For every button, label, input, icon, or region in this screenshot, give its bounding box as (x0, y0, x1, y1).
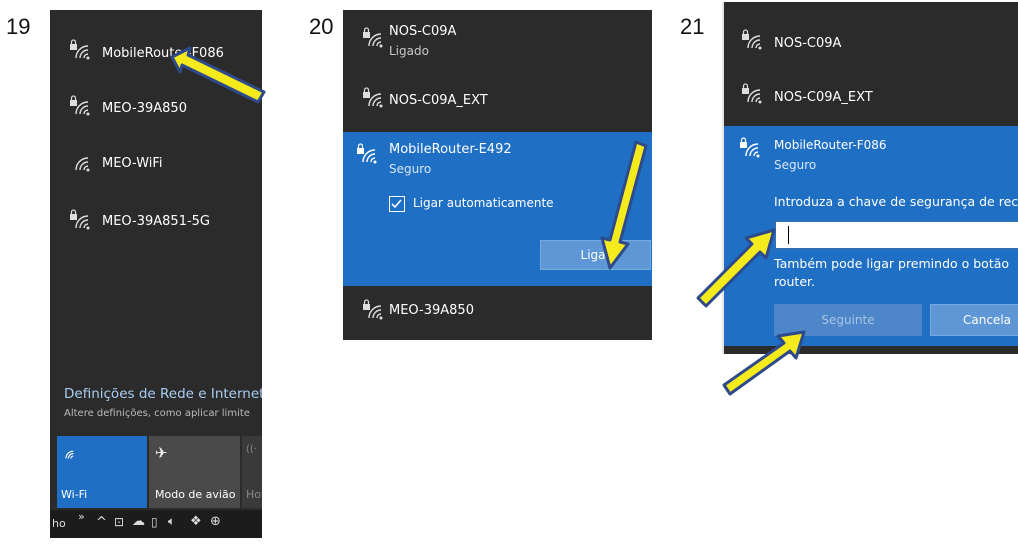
network-name: MobileRouter-F086 (774, 138, 887, 152)
security-key-prompt: Introduza a chave de segurança de rec (774, 194, 1018, 209)
secured-wifi-icon (740, 28, 766, 50)
secured-wifi-icon (740, 82, 766, 104)
wifi-icon (68, 150, 94, 172)
network-item-nos-c09a[interactable]: NOS-C09A Ligado (343, 14, 652, 64)
airplane-mode-tile[interactable]: ✈ Modo de avião (149, 436, 240, 508)
chevron-up-icon[interactable]: ^ (96, 515, 107, 530)
taskbar: ho » ^ ⊡ ☁ ▯ 🔈︎ ❖ ⊕ (50, 510, 262, 538)
network-name: MEO-39A851-5G (102, 214, 210, 229)
network-name: NOS-C09A_EXT (389, 93, 488, 108)
mobile-hotspot-tile[interactable]: ((· Hot (242, 436, 262, 508)
network-settings-subtitle: Altere definições, como aplicar limite (64, 408, 250, 419)
pointer-arrow (722, 330, 806, 396)
secured-wifi-icon (68, 38, 94, 60)
cancel-button[interactable]: Cancela (930, 304, 1018, 336)
network-settings-link[interactable]: Definições de Rede e Internet (64, 386, 262, 402)
usb-device-icon[interactable]: ▯ (151, 515, 158, 529)
secured-wifi-icon (361, 298, 387, 320)
wifi-toggle-tile[interactable]: Wi-Fi (57, 436, 147, 508)
secured-wifi-icon (361, 26, 387, 48)
step-number-19: 19 (6, 14, 31, 39)
auto-connect-checkbox[interactable] (389, 196, 405, 212)
meet-now-icon[interactable]: ⊡ (114, 515, 124, 529)
secured-wifi-icon (68, 94, 94, 116)
wps-hint: Também pode ligar premindo o botão (774, 256, 1010, 271)
auto-connect-label: Ligar automaticamente (413, 196, 554, 210)
hotspot-icon: ((· (246, 444, 257, 455)
network-name: NOS-C09A (774, 36, 842, 51)
airplane-tile-label: Modo de avião (155, 488, 236, 501)
pointer-arrow (600, 140, 648, 270)
network-item-meo-wifi[interactable]: MEO-WiFi (50, 134, 262, 184)
network-name: NOS-C09A (389, 24, 457, 39)
taskbar-overflow-icon[interactable]: » (78, 510, 85, 523)
network-status: Seguro (389, 162, 432, 176)
network-status: Seguro (774, 158, 817, 172)
pointer-arrow (170, 46, 266, 104)
security-key-input[interactable] (774, 220, 1018, 250)
dropbox-icon[interactable]: ❖ (190, 514, 202, 529)
wifi-tile-label: Wi-Fi (61, 488, 88, 501)
taskbar-truncated-text: ho (52, 517, 66, 530)
network-item-nos-c09a[interactable]: NOS-C09A (722, 18, 1018, 68)
secured-wifi-icon (68, 208, 94, 230)
hotspot-tile-label: Hot (246, 488, 262, 501)
pointer-arrow (696, 228, 776, 308)
secured-wifi-icon (361, 86, 387, 108)
network-item-meo-39a851-5g[interactable]: MEO-39A851-5G (50, 192, 262, 242)
onedrive-cloud-icon[interactable]: ☁ (132, 514, 145, 529)
text-cursor (788, 226, 789, 244)
network-name: NOS-C09A_EXT (774, 90, 873, 105)
wifi-icon (61, 446, 77, 460)
network-item-nos-c09a-ext[interactable]: NOS-C09A_EXT (343, 76, 652, 126)
step-number-21: 21 (680, 14, 705, 39)
airplane-icon: ✈ (155, 444, 168, 462)
network-name: MEO-39A850 (389, 303, 474, 318)
network-item-nos-c09a-ext[interactable]: NOS-C09A_EXT (722, 72, 1018, 122)
volume-icon[interactable]: 🔈︎ (168, 514, 175, 529)
network-item-meo-39a850[interactable]: MEO-39A850 (343, 288, 652, 338)
step-number-20: 20 (309, 14, 334, 39)
secured-wifi-icon (738, 136, 764, 158)
network-name: MEO-WiFi (102, 156, 163, 171)
network-name: MobileRouter-E492 (389, 142, 512, 157)
network-globe-icon[interactable]: ⊕ (210, 514, 221, 529)
network-status: Ligado (389, 44, 429, 58)
secured-wifi-icon (355, 142, 381, 164)
